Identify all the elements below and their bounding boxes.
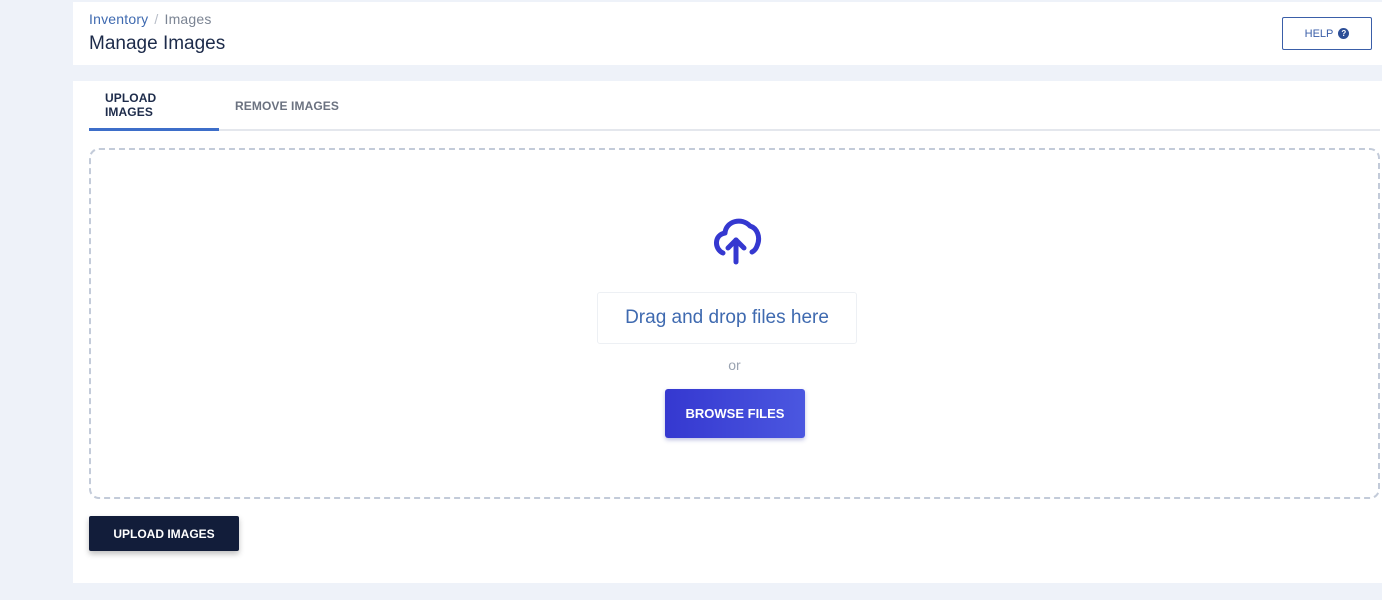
breadcrumb: Inventory / Images xyxy=(89,11,212,27)
drag-drop-text: Drag and drop files here xyxy=(597,292,857,344)
tab-upload-images[interactable]: UPLOAD IMAGES xyxy=(89,81,219,131)
breadcrumb-inventory-link[interactable]: Inventory xyxy=(89,11,148,27)
browse-files-button[interactable]: BROWSE FILES xyxy=(665,389,805,438)
help-button-label: HELP xyxy=(1304,27,1334,40)
cloud-upload-icon xyxy=(714,218,762,265)
help-button[interactable]: HELP ? xyxy=(1282,17,1372,50)
tab-bar: UPLOAD IMAGES REMOVE IMAGES xyxy=(89,81,1380,131)
file-dropzone[interactable]: Drag and drop files here or BROWSE FILES xyxy=(89,148,1380,499)
page-title: Manage Images xyxy=(89,33,226,54)
breadcrumb-separator: / xyxy=(154,11,159,27)
question-circle-icon: ? xyxy=(1338,28,1350,39)
page-header: Inventory / Images Manage Images HELP ? xyxy=(73,2,1382,65)
or-divider-text: or xyxy=(728,357,741,373)
upload-images-button[interactable]: UPLOAD IMAGES xyxy=(89,516,239,551)
upload-panel: UPLOAD IMAGES REMOVE IMAGES Drag and dro… xyxy=(73,81,1382,583)
breadcrumb-current: Images xyxy=(164,11,212,27)
tab-remove-images[interactable]: REMOVE IMAGES xyxy=(219,81,355,131)
